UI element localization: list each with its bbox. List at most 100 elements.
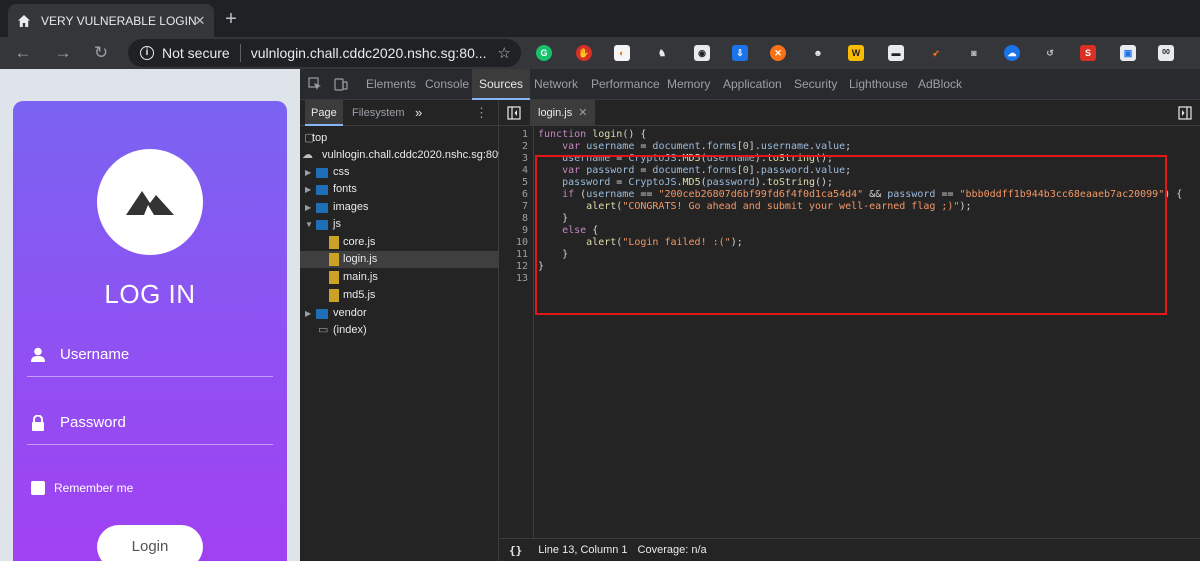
password-placeholder: Password	[60, 414, 126, 431]
collapsed-arrow-icon[interactable]: ▶	[305, 181, 315, 198]
code-editor: login.js ✕ 1 2 3 4 5 6 7 8 9 10 11 12 13 …	[499, 100, 1200, 561]
tree-item-md5-js[interactable]: md5.js	[300, 287, 499, 304]
more-tabs-icon[interactable]: »	[415, 100, 422, 126]
tab-filesystem[interactable]: Filesystem	[352, 100, 405, 126]
folder-open-icon	[316, 220, 328, 230]
tree-item-domain[interactable]: ☁ vulnlogin.chall.cddc2020.nshc.sg:8090	[300, 147, 510, 164]
line-number[interactable]: 1	[522, 129, 528, 140]
collapsed-arrow-icon[interactable]: ▶	[305, 199, 315, 216]
forward-arrow-icon[interactable]: →	[52, 42, 74, 64]
line-number[interactable]: 9	[522, 225, 528, 236]
login-page: LOG IN Username Password Remember me Log…	[0, 69, 300, 561]
tab-page[interactable]: Page	[305, 100, 343, 126]
tree-item-top[interactable]: ▢ top	[300, 130, 499, 147]
line-number[interactable]: 6	[522, 189, 528, 200]
extension-icon-5[interactable]: ◉	[694, 45, 710, 61]
line-number[interactable]: 3	[522, 153, 528, 164]
tab-console[interactable]: Console	[425, 69, 469, 100]
tree-item-css[interactable]: ▶ css	[300, 164, 499, 181]
tab-security[interactable]: Security	[794, 69, 837, 100]
toggle-navigator-icon[interactable]	[507, 106, 521, 120]
info-icon[interactable]: i	[140, 46, 154, 60]
tab-elements[interactable]: Elements	[366, 69, 416, 100]
download-extension-icon[interactable]: ⇩	[732, 45, 748, 61]
tab-application[interactable]: Application	[723, 69, 782, 100]
tree-item-js[interactable]: ▼ js	[300, 216, 499, 233]
tab-adblock[interactable]: AdBlock	[918, 69, 962, 100]
tree-item-images[interactable]: ▶ images	[300, 199, 499, 216]
collapsed-arrow-icon[interactable]: ▶	[305, 305, 315, 322]
username-field[interactable]: Username	[27, 341, 273, 377]
close-tab-icon[interactable]: ✕	[192, 13, 208, 29]
bookmark-star-icon[interactable]: ☆	[498, 44, 511, 62]
extension-icon-15[interactable]: S	[1080, 45, 1096, 61]
url-text[interactable]: vulnlogin.chall.cddc2020.nshc.sg:80...	[251, 45, 487, 61]
line-number[interactable]: 11	[516, 249, 528, 260]
device-toolbar-icon[interactable]	[334, 77, 348, 91]
tree-item-vendor[interactable]: ▶ vendor	[300, 305, 499, 322]
extension-icon-17[interactable]: 00	[1158, 45, 1174, 61]
tree-item-core-js[interactable]: core.js	[300, 234, 499, 251]
navigator-menu-icon[interactable]: ⋮	[475, 100, 488, 126]
line-number[interactable]: 8	[522, 213, 528, 224]
extension-icon-7[interactable]: ✕	[770, 45, 786, 61]
login-title: LOG IN	[104, 279, 196, 309]
extension-icon-16[interactable]: ▣	[1120, 45, 1136, 61]
pretty-print-icon[interactable]: {}	[509, 544, 522, 557]
extension-icon-8[interactable]: ☻	[810, 45, 826, 61]
password-field[interactable]: Password	[27, 409, 273, 445]
tree-item-main-js[interactable]: main.js	[300, 269, 499, 286]
line-number[interactable]: 2	[522, 141, 528, 152]
adblock-extension-icon[interactable]: ✋	[576, 45, 592, 61]
editor-tab-bar: login.js ✕	[499, 100, 1200, 126]
tree-item-index[interactable]: ▭ (index)	[300, 322, 499, 339]
home-icon	[18, 14, 30, 27]
line-number[interactable]: 12	[516, 261, 528, 272]
tab-network[interactable]: Network	[534, 69, 578, 100]
extension-icon-3[interactable]: ◐	[614, 45, 630, 61]
extension-icon-10[interactable]: ▬	[888, 45, 904, 61]
security-label[interactable]: Not secure	[162, 45, 230, 61]
cloud-icon: ☁	[302, 149, 313, 161]
expanded-arrow-icon[interactable]: ▼	[305, 216, 315, 233]
tab-lighthouse[interactable]: Lighthouse	[849, 69, 908, 100]
devtools-panel: Elements Console Sources Network Perform…	[300, 69, 1200, 561]
browser-tab-active[interactable]: VERY VULNERABLE LOGIN ✕	[8, 4, 214, 37]
extension-icon-11[interactable]: ➶	[928, 45, 944, 61]
inspect-element-icon[interactable]	[308, 77, 322, 91]
new-tab-button[interactable]: +	[222, 9, 240, 29]
file-tab-login-js[interactable]: login.js ✕	[530, 100, 596, 126]
cloud-extension-icon[interactable]: ☁	[1004, 45, 1020, 61]
js-file-icon	[329, 271, 339, 284]
tree-item-fonts[interactable]: ▶ fonts	[300, 181, 499, 198]
extension-icon-4[interactable]: ♞	[654, 45, 670, 61]
back-arrow-icon[interactable]: ←	[12, 42, 34, 64]
remember-checkbox[interactable]	[31, 481, 45, 495]
line-number[interactable]: 5	[522, 177, 528, 188]
camera-extension-icon[interactable]: ◙	[966, 45, 982, 61]
remember-me[interactable]: Remember me	[31, 481, 133, 495]
address-bar[interactable]: i Not secure vulnlogin.chall.cddc2020.ns…	[128, 39, 521, 67]
code-line: function login() {	[538, 129, 647, 140]
red-annotation-box	[535, 155, 1167, 315]
tab-memory[interactable]: Memory	[667, 69, 710, 100]
line-number[interactable]: 13	[516, 273, 528, 284]
js-file-icon	[329, 289, 339, 302]
line-number[interactable]: 10	[516, 237, 528, 248]
login-button[interactable]: Login	[97, 525, 203, 561]
line-number[interactable]: 4	[522, 165, 528, 176]
close-file-icon[interactable]: ✕	[578, 107, 587, 119]
omnibox-divider	[239, 44, 241, 62]
tab-sources[interactable]: Sources	[472, 69, 531, 100]
grammarly-extension-icon[interactable]: G	[536, 45, 552, 61]
history-extension-icon[interactable]: ↺	[1042, 45, 1058, 61]
reload-icon[interactable]: ↻	[90, 42, 112, 64]
toggle-debugger-icon[interactable]	[1178, 106, 1192, 120]
lock-icon	[32, 415, 44, 431]
line-number[interactable]: 7	[522, 201, 528, 212]
wappalyzer-extension-icon[interactable]: W	[848, 45, 864, 61]
collapsed-arrow-icon[interactable]: ▶	[305, 164, 315, 181]
tab-title: VERY VULNERABLE LOGIN	[41, 13, 197, 28]
tree-item-login-js[interactable]: login.js	[300, 251, 499, 268]
tab-performance[interactable]: Performance	[591, 69, 660, 100]
